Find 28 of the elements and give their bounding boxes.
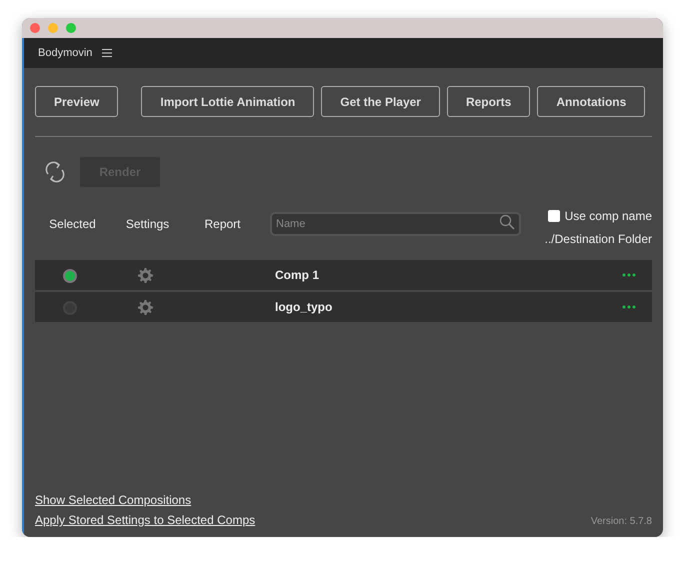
link[interactable]: Apply Stored Settings to Selected Comps [35,511,256,529]
toolbar-button[interactable]: Preview [35,86,118,117]
search-icon [499,214,515,230]
gear-icon[interactable] [138,268,152,284]
column-header: ../Destination Folder [544,231,652,248]
comp-row[interactable]: logo_typo [35,292,652,322]
toolbar-button[interactable]: Import Lottie Animation [141,86,314,117]
search-field[interactable]: Name [270,212,521,236]
toolbar-button[interactable]: Get the Player [321,86,440,117]
toolbar-button[interactable]: Reports [446,86,530,117]
toolbar-button[interactable]: Annotations [537,86,646,117]
menu-icon[interactable] [102,49,112,57]
comp-row[interactable]: Comp 1 [35,260,652,290]
comp-name: Comp 1 [275,267,320,284]
radio-button[interactable] [63,268,77,283]
panel-title: Bodymovin [38,46,92,61]
refresh-icon[interactable] [44,161,66,183]
more-icon[interactable] [622,305,636,309]
column-header: Report [204,217,241,231]
link[interactable]: Show Selected Compositions [35,491,256,509]
checkbox[interactable] [548,210,560,222]
version-label: Version: 5.7.8 [590,515,652,529]
gear-icon[interactable] [138,300,152,316]
column-header: Settings [126,217,170,231]
column-header: Selected [49,217,96,231]
comp-name: logo_typo [275,299,332,316]
checkbox-label: Use comp name [564,208,652,225]
more-icon[interactable] [622,273,636,277]
